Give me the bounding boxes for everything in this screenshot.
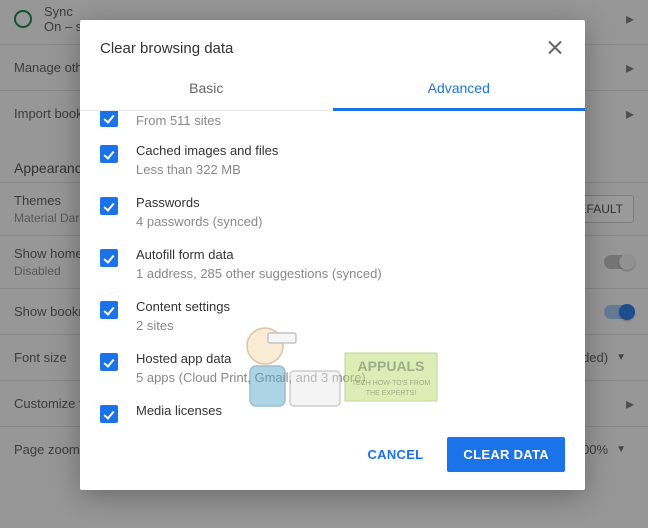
checkbox-icon[interactable]: [100, 249, 118, 267]
checkbox-icon[interactable]: [100, 353, 118, 371]
tab-basic[interactable]: Basic: [80, 70, 333, 111]
option-autofill[interactable]: Autofill form data1 address, 285 other s…: [80, 238, 573, 290]
tab-advanced[interactable]: Advanced: [333, 70, 586, 111]
option-cookies-partial: From 511 sites: [80, 111, 573, 134]
checkbox-icon[interactable]: [100, 145, 118, 163]
dialog-title: Clear browsing data: [100, 40, 233, 57]
options-scroll[interactable]: From 511 sites Cached images and filesLe…: [80, 111, 573, 423]
option-hosted-app-data[interactable]: Hosted app data5 apps (Cloud Print, Gmai…: [80, 342, 573, 394]
option-content-settings[interactable]: Content settings2 sites: [80, 290, 573, 342]
close-icon[interactable]: [545, 38, 565, 58]
checkbox-icon[interactable]: [100, 197, 118, 215]
checkbox-icon[interactable]: [100, 301, 118, 319]
clear-browsing-data-dialog: Clear browsing data Basic Advanced APPUA…: [80, 20, 585, 490]
option-media-licenses[interactable]: Media licensesYou may lose access to pro…: [80, 394, 573, 423]
clear-data-button[interactable]: CLEAR DATA: [447, 437, 565, 472]
option-cached-images[interactable]: Cached images and filesLess than 322 MB: [80, 134, 573, 186]
cancel-button[interactable]: CANCEL: [351, 437, 439, 472]
checkbox-icon[interactable]: [100, 111, 118, 127]
option-passwords[interactable]: Passwords4 passwords (synced): [80, 186, 573, 238]
checkbox-icon[interactable]: [100, 405, 118, 423]
dialog-tabs: Basic Advanced: [80, 70, 585, 111]
